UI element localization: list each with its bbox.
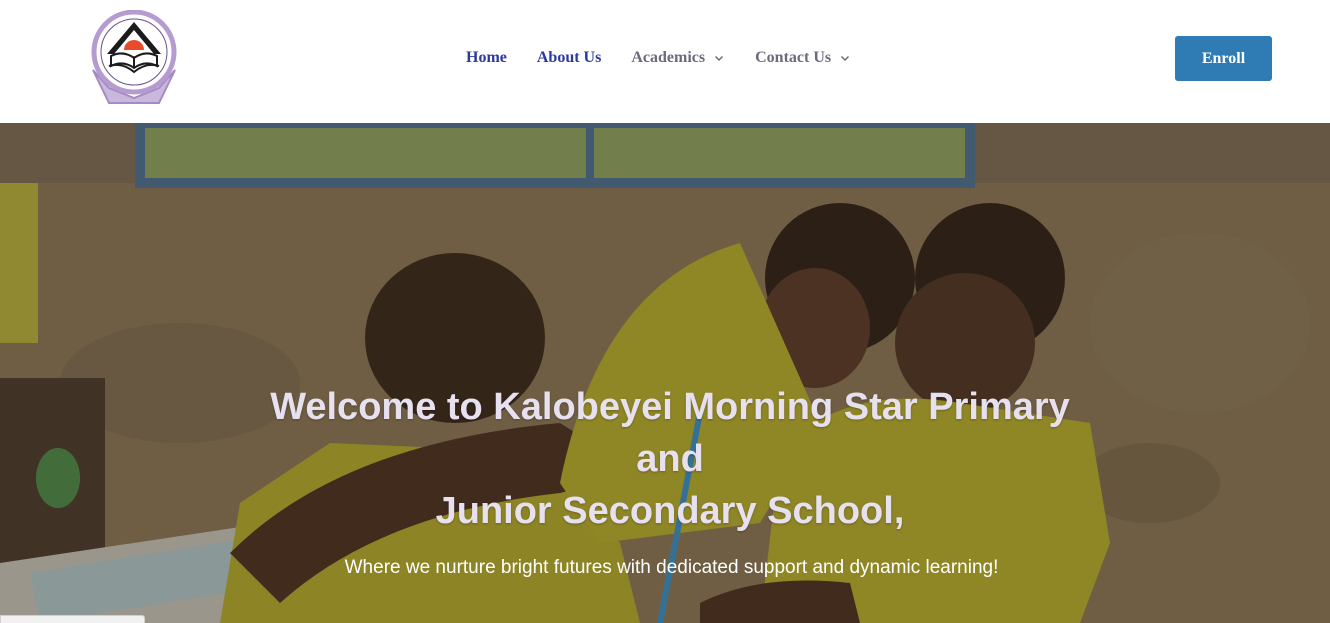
- hero-subtitle: Where we nurture bright futures with ded…: [344, 557, 999, 578]
- nav-contact-label: Contact Us: [755, 49, 832, 66]
- nav-home-link[interactable]: Home: [466, 49, 507, 67]
- school-crest-icon: [91, 9, 177, 104]
- hero-section: Welcome to Kalobeyei Morning Star Primar…: [0, 123, 1330, 623]
- nav-academics-label: Academics: [631, 49, 706, 66]
- enroll-button[interactable]: Enroll: [1175, 36, 1272, 81]
- hero-title-line-1: Welcome to Kalobeyei Morning Star Primar…: [270, 386, 1070, 428]
- hero-title-line-2: and: [636, 438, 704, 480]
- chevron-down-icon: [715, 55, 724, 62]
- hero-title: Welcome to Kalobeyei Morning Star Primar…: [0, 381, 1330, 537]
- hero-overlay: [0, 123, 1330, 623]
- nav-contact-dropdown[interactable]: Contact Us: [755, 49, 850, 67]
- site-header: Home About Us Academics Contact Us Enrol…: [0, 0, 1330, 123]
- hero-title-line-3: Junior Secondary School,: [435, 490, 905, 532]
- school-logo[interactable]: [89, 9, 179, 105]
- browser-status-bar: ...: [0, 615, 145, 623]
- main-nav: Home About Us Academics Contact Us: [466, 46, 850, 70]
- chevron-down-icon: [841, 55, 850, 62]
- nav-about-link[interactable]: About Us: [537, 49, 601, 67]
- nav-academics-dropdown[interactable]: Academics: [631, 49, 724, 67]
